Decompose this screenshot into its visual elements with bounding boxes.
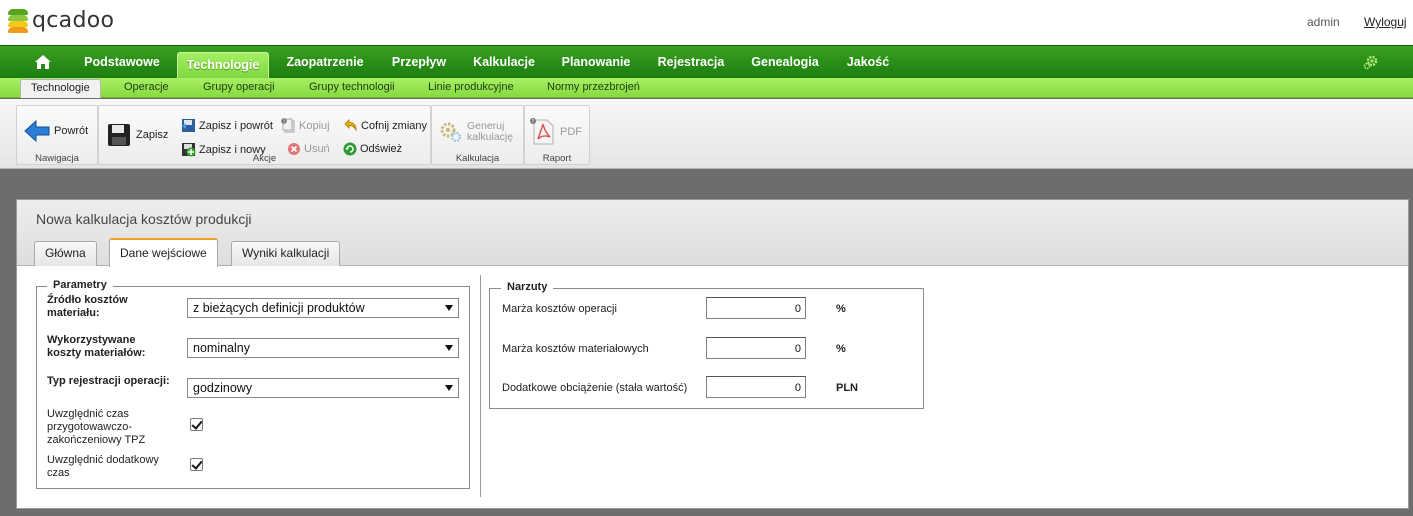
material-costs-used-label: Wykorzystywane koszty materiałów: — [47, 334, 146, 359]
logout-link[interactable]: Wyloguj — [1364, 15, 1407, 29]
current-user: admin — [1307, 15, 1340, 29]
submenu-grupy-operacji[interactable]: Grupy operacji — [203, 78, 275, 98]
floppy-disk-icon — [108, 124, 130, 146]
menu-genealogia[interactable]: Genealogia — [745, 46, 825, 79]
pdf-icon: ? — [530, 118, 554, 145]
include-tpz-label: Uwzględnić czas przygotowawczo- zakończe… — [47, 408, 146, 446]
menu-kalkulacje[interactable]: Kalkulacje — [466, 46, 542, 79]
ribbon-toolbar: Powrót Nawigacja Zapisz Zapisz i powrót … — [0, 99, 1413, 169]
cost-calculation-window: Nowa kalkulacja kosztów produkcji Główna… — [16, 199, 1409, 509]
logo-mark-icon — [8, 8, 28, 33]
operation-registration-type-select[interactable]: godzinowy — [187, 378, 459, 398]
menu-przeplyw[interactable]: Przepływ — [383, 46, 455, 79]
home-icon[interactable] — [34, 54, 52, 70]
tab-wyniki-kalkulacji[interactable]: Wyniki kalkulacji — [231, 241, 341, 266]
chevron-down-icon — [445, 345, 453, 351]
column-divider — [480, 275, 481, 497]
undo-icon — [344, 119, 357, 132]
material-cost-source-label: Źródło kosztów materiału: — [47, 294, 128, 319]
ribbon-group-navigation: Powrót Nawigacja — [16, 105, 98, 165]
tab-glowna[interactable]: Główna — [34, 241, 97, 266]
material-costs-used-select[interactable]: nominalny — [187, 338, 459, 358]
include-additional-time-checkbox[interactable] — [190, 458, 203, 471]
operation-cost-margin-input[interactable]: 0 — [706, 297, 806, 319]
markups-fieldset: Narzuty Marża kosztów operacji 0 % Marża… — [489, 281, 924, 409]
operation-registration-type-label: Typ rejestracji operacji: — [47, 375, 170, 387]
ribbon-group-calculation: Generuj kalkulację Kalkulacja — [431, 105, 524, 165]
copy-icon: ? — [281, 118, 295, 133]
material-cost-margin-unit: % — [836, 343, 846, 355]
additional-overhead-label: Dodatkowe obciążenie (stała wartość) — [502, 382, 688, 394]
gears-icon — [440, 122, 462, 143]
menu-jakosc[interactable]: Jakość — [838, 46, 898, 79]
menu-rejestracja[interactable]: Rejestracja — [650, 46, 732, 79]
app-logo[interactable]: qcadoo — [8, 8, 114, 33]
gear-icon[interactable] — [1363, 54, 1379, 70]
svg-text:?: ? — [532, 119, 535, 125]
ribbon-group-label-report: Raport — [542, 153, 572, 164]
additional-overhead-unit: PLN — [836, 382, 858, 394]
material-cost-margin-label: Marża kosztów materiałowych — [502, 343, 649, 355]
ribbon-group-label-navigation: Nawigacja — [35, 153, 79, 164]
app-name: qcadoo — [32, 8, 115, 33]
svg-text:?: ? — [283, 119, 285, 124]
markups-legend: Narzuty — [501, 281, 554, 293]
submenu-grupy-technologii[interactable]: Grupy technologii — [309, 78, 395, 98]
parameters-legend: Parametry — [47, 279, 113, 291]
ribbon-group-label-calculation: Kalkulacja — [455, 153, 500, 164]
parameters-fieldset: Parametry Źródło kosztów materiału: z bi… — [36, 279, 470, 489]
submenu-linie-produkcyjne[interactable]: Linie produkcyjne — [428, 78, 514, 98]
main-menu: Podstawowe Technologie Zaopatrzenie Prze… — [0, 45, 1413, 79]
additional-overhead-input[interactable]: 0 — [706, 376, 806, 398]
operation-cost-margin-unit: % — [836, 303, 846, 315]
submenu-normy-przezbrojen[interactable]: Normy przezbrojeń — [547, 78, 640, 98]
include-additional-time-label: Uwzględnić dodatkowy czas — [47, 454, 159, 479]
save-back-icon — [182, 119, 195, 132]
chevron-down-icon — [445, 305, 453, 311]
ribbon-group-label-actions: Akcje — [252, 153, 277, 164]
submenu-operacje[interactable]: Operacje — [124, 78, 169, 98]
include-tpz-checkbox[interactable] — [190, 418, 203, 431]
pdf-report-button[interactable]: ? PDF — [530, 118, 582, 146]
menu-podstawowe[interactable]: Podstawowe — [78, 46, 166, 79]
ribbon-group-report: ? PDF Raport — [524, 105, 590, 165]
copy-button[interactable]: ? Kopiuj — [281, 118, 330, 133]
top-header: qcadoo admin Wyloguj — [0, 0, 1413, 45]
menu-technologie[interactable]: Technologie — [177, 52, 269, 79]
submenu-technologie[interactable]: Technologie — [20, 79, 101, 98]
menu-planowanie[interactable]: Planowanie — [554, 46, 638, 79]
tab-dane-wejsciowe[interactable]: Dane wejściowe — [109, 238, 218, 267]
back-arrow-icon — [24, 119, 50, 143]
sub-menu: Technologie Operacje Grupy operacji Grup… — [0, 78, 1413, 98]
window-title: Nowa kalkulacja kosztów produkcji — [36, 211, 252, 227]
operation-cost-margin-label: Marża kosztów operacji — [502, 303, 617, 315]
material-cost-source-select[interactable]: z bieżących definicji produktów — [187, 298, 459, 318]
undo-changes-button[interactable]: Cofnij zmiany — [343, 118, 427, 133]
menu-zaopatrzenie[interactable]: Zaopatrzenie — [280, 46, 370, 79]
generate-calculation-button[interactable]: Generuj kalkulację — [439, 120, 513, 144]
save-button[interactable]: Zapisz — [107, 123, 168, 147]
back-button[interactable]: Powrót — [24, 119, 88, 143]
save-and-back-button[interactable]: Zapisz i powrót — [181, 118, 273, 133]
chevron-down-icon — [445, 385, 453, 391]
material-cost-margin-input[interactable]: 0 — [706, 337, 806, 359]
ribbon-group-actions: Zapisz Zapisz i powrót Zapisz i nowy ? K… — [98, 105, 431, 165]
window-header: Nowa kalkulacja kosztów produkcji Główna… — [17, 200, 1408, 267]
